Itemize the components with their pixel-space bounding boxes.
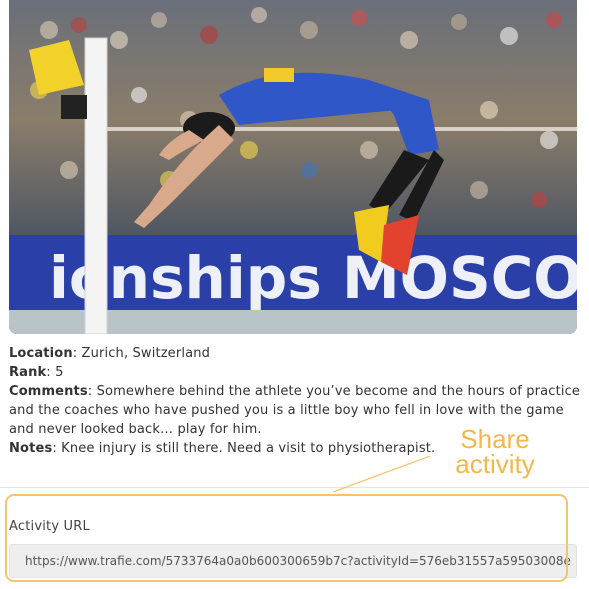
high-jump-photo: ionships MOSCOW 201 <box>9 0 577 334</box>
location-value: : Zurich, Switzerland <box>72 346 210 361</box>
share-activity-callout: Share activity <box>435 426 555 479</box>
activity-photo: ionships MOSCOW 201 <box>9 0 577 334</box>
rank-label: Rank <box>9 365 47 380</box>
notes-label: Notes <box>9 441 53 456</box>
rank-value: : 5 <box>46 365 64 380</box>
activity-url-field[interactable]: https://www.trafie.com/5733764a0a0b60030… <box>9 544 577 578</box>
location-label: Location <box>9 346 73 361</box>
comments-label: Comments <box>9 384 88 399</box>
section-divider <box>0 487 589 488</box>
rank-row: Rank: 5 <box>9 363 581 382</box>
callout-line-2: activity <box>455 449 535 479</box>
activity-url-label: Activity URL <box>9 519 90 534</box>
location-row: Location: Zurich, Switzerland <box>9 344 581 363</box>
notes-value: : Knee injury is still there. Need a vis… <box>52 441 436 456</box>
banner-text: ionships MOSCOW 201 <box>49 244 577 312</box>
